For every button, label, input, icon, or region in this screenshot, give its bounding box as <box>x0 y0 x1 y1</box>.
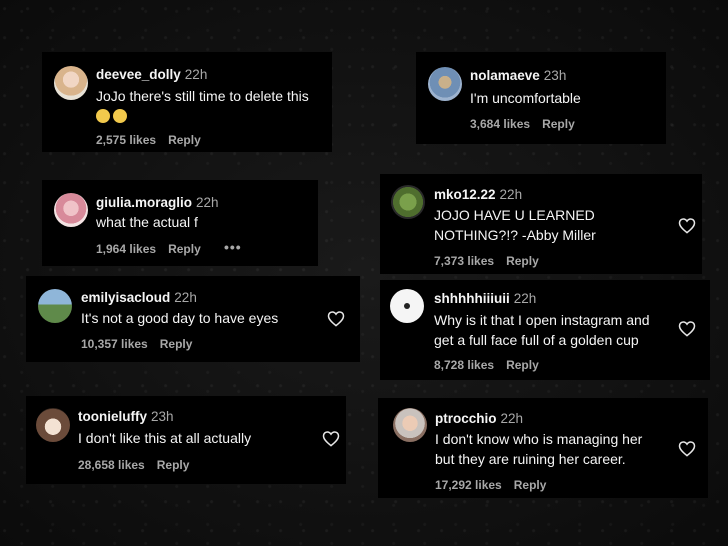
heart-icon[interactable] <box>678 320 696 337</box>
avatar[interactable] <box>38 289 72 323</box>
like-count[interactable]: 10,357 likes <box>81 337 148 351</box>
comment-text: JOJO HAVE U LEARNED NOTHING?!? -Abby Mil… <box>434 207 596 243</box>
comment-text: I'm uncomfortable <box>470 90 581 106</box>
comment-card: toonieluffy 23h I don't like this at all … <box>26 396 346 484</box>
comment-text: I don't know who is managing her but the… <box>435 431 643 467</box>
like-count[interactable]: 8,728 likes <box>434 358 494 372</box>
avatar[interactable] <box>393 408 427 442</box>
avatar[interactable] <box>428 67 462 101</box>
comment-card: mko12.22 22h JOJO HAVE U LEARNED NOTHING?… <box>380 174 702 274</box>
comment-card: emilyisacloud 22h It's not a good day to … <box>26 276 360 362</box>
like-count[interactable]: 17,292 likes <box>435 478 502 492</box>
comment-card: nolamaeve 23h I'm uncomfortable 3,684 lik… <box>416 52 666 144</box>
comment-card: deevee_dolly 22h JoJo there's still time … <box>42 52 332 152</box>
more-options-icon[interactable]: ••• <box>224 239 242 255</box>
reply-button[interactable]: Reply <box>168 133 201 147</box>
reply-button[interactable]: Reply <box>160 337 193 351</box>
comment-username[interactable]: giulia.moraglio <box>96 195 192 210</box>
comment-timestamp: 23h <box>151 409 174 424</box>
comment-card: shhhhhiiiuii 22h Why is it that I open in… <box>380 280 710 380</box>
reply-button[interactable]: Reply <box>157 458 190 472</box>
reply-button[interactable]: Reply <box>168 242 201 256</box>
avatar[interactable] <box>391 185 425 219</box>
comment-username[interactable]: mko12.22 <box>434 187 496 202</box>
comment-username[interactable]: ptrocchio <box>435 411 497 426</box>
heart-icon[interactable] <box>678 217 696 234</box>
comment-username[interactable]: nolamaeve <box>470 68 540 83</box>
reply-button[interactable]: Reply <box>514 478 547 492</box>
avatar[interactable] <box>390 289 424 323</box>
comment-timestamp: 23h <box>543 68 567 83</box>
reply-button[interactable]: Reply <box>506 254 539 268</box>
flushed-face-icon <box>113 109 127 123</box>
comment-username[interactable]: toonieluffy <box>78 409 147 424</box>
comment-timestamp: 22h <box>184 67 208 82</box>
comment-username[interactable]: shhhhhiiiuii <box>434 291 510 306</box>
heart-icon[interactable] <box>327 310 345 327</box>
comment-timestamp: 22h <box>196 195 219 210</box>
like-count[interactable]: 28,658 likes <box>78 458 145 472</box>
comment-timestamp: 22h <box>174 290 197 305</box>
heart-icon[interactable] <box>678 440 696 457</box>
comment-text: JoJo there's still time to delete this <box>96 86 326 126</box>
comment-timestamp: 22h <box>499 187 523 202</box>
avatar[interactable] <box>54 66 88 100</box>
comment-text: It's not a good day to have eyes <box>81 310 279 326</box>
avatar[interactable] <box>36 408 70 442</box>
flushed-face-icon <box>96 109 110 123</box>
like-count[interactable]: 2,575 likes <box>96 133 156 147</box>
comment-card: giulia.moraglio 22h what the actual f 1,9… <box>42 180 318 266</box>
comment-timestamp: 22h <box>500 411 524 426</box>
reply-button[interactable]: Reply <box>506 358 539 372</box>
avatar[interactable] <box>54 193 88 227</box>
like-count[interactable]: 7,373 likes <box>434 254 494 268</box>
comment-text: I don't like this at all actually <box>78 430 252 446</box>
comment-card: ptrocchio 22h I don't know who is managin… <box>378 398 708 498</box>
heart-icon[interactable] <box>322 430 340 447</box>
comment-username[interactable]: emilyisacloud <box>81 290 170 305</box>
like-count[interactable]: 3,684 likes <box>470 117 530 131</box>
comment-username[interactable]: deevee_dolly <box>96 67 181 82</box>
comment-timestamp: 22h <box>513 291 537 306</box>
like-count[interactable]: 1,964 likes <box>96 242 156 256</box>
comment-text: Why is it that I open instagram and get … <box>434 312 650 348</box>
reply-button[interactable]: Reply <box>542 117 575 131</box>
comment-text: what the actual f <box>96 214 198 230</box>
